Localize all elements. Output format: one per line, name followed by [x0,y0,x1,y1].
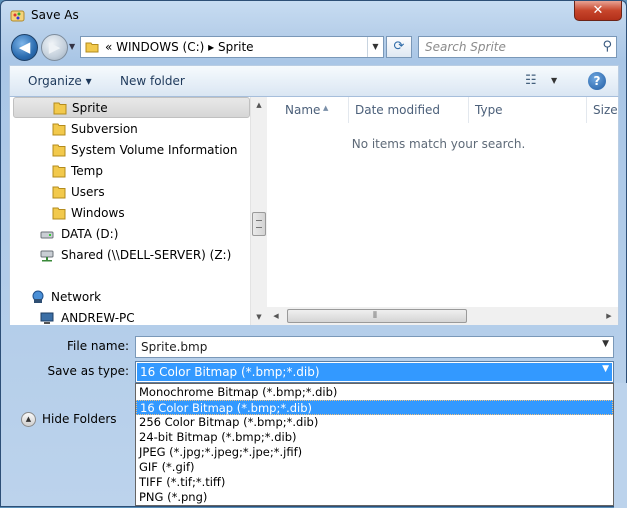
back-button[interactable]: ◀ [11,34,38,61]
column-header-date-modified[interactable]: Date modified [349,97,469,123]
file-list-scrollbar[interactable]: ◀ ⦀ ▶ [267,307,619,325]
sidebar-item-data-drive[interactable]: DATA (D:) [10,224,250,245]
column-label: Type [475,103,503,117]
type-option[interactable]: TIFF (*.tif;*.tiff) [136,475,613,490]
paint-app-icon [10,10,25,22]
folder-icon [52,165,66,178]
window-title: Save As [31,8,79,22]
chevron-down-icon[interactable]: ▼ [602,339,609,349]
file-name-value: Sprite.bmp [141,340,208,354]
chevron-up-icon: ▲ [21,412,36,427]
save-as-type-select[interactable]: 16 Color Bitmap (*.bmp;*.dib) ▼ [135,361,614,383]
sidebar-item-subversion[interactable]: Subversion [10,119,250,140]
search-input[interactable]: Search Sprite ⚲ [418,36,617,58]
navigation-scrollbar[interactable]: ▲ ▼ [250,97,267,325]
empty-message: No items match your search. [351,137,526,151]
file-name-label: File name: [67,339,129,353]
computer-icon [40,312,54,324]
folder-icon [52,207,66,220]
scroll-thumb[interactable] [252,212,266,236]
sidebar-item-windows[interactable]: Windows [10,203,250,224]
close-button[interactable]: ✕ [574,1,622,21]
sidebar-item-label: DATA (D:) [61,227,119,241]
column-label: Date modified [355,103,441,117]
address-path: « WINDOWS (C:) ▸ Sprite [105,40,254,54]
refresh-icon: ⟳ [393,39,405,54]
recent-pages-dropdown-icon[interactable]: ▼ [69,42,75,51]
type-option[interactable]: 256 Color Bitmap (*.bmp;*.dib) [136,415,613,430]
save-as-dialog: Save As ✕ ◀ ▶ ▼ « WINDOWS (C:) ▸ Sprite … [0,0,627,508]
column-label: Size [593,103,618,117]
new-folder-button[interactable]: New folder [120,74,185,88]
hide-folders-label: Hide Folders [42,412,117,426]
dialog-frame-edge [614,383,627,508]
chevron-down-icon[interactable]: ▼ [602,364,609,374]
views-dropdown-icon[interactable]: ▼ [551,76,557,85]
file-name-field[interactable]: Sprite.bmp ▼ [135,336,614,358]
folder-icon [85,42,99,53]
sidebar-item-label: Subversion [71,122,138,136]
sidebar-item-label: ANDREW-PC [61,311,135,325]
folder-icon [52,123,66,136]
folder-icon [53,102,67,115]
file-list: ▲ Name Date modified Type Size No items … [267,97,619,307]
sidebar-item-users[interactable]: Users [10,182,250,203]
scroll-right-icon[interactable]: ▶ [600,307,618,325]
help-button[interactable]: ? [588,72,606,90]
column-label: Name [285,103,321,117]
search-placeholder: Search Sprite [425,40,506,54]
title-bar[interactable]: Save As ✕ [1,1,626,31]
command-toolbar: Organize ▾ New folder ☷ ▼ ? [9,65,619,97]
refresh-button[interactable]: ⟳ [386,36,412,58]
network-icon [32,290,44,303]
sidebar-item-shared-drive[interactable]: Shared (\\DELL-SERVER) (Z:) [10,245,250,266]
forward-arrow-icon: ▶ [48,38,61,56]
address-bar[interactable]: « WINDOWS (C:) ▸ Sprite ▼ [80,36,384,58]
navigation-pane: Sprite Subversion System Volume Informat… [9,97,267,325]
address-dropdown-icon[interactable]: ▼ [367,37,383,57]
type-option[interactable]: Monochrome Bitmap (*.bmp;*.dib) [136,385,613,400]
type-option[interactable]: GIF (*.gif) [136,460,613,475]
sidebar-item-andrew-pc[interactable]: ANDREW-PC [10,308,250,329]
sidebar-item-system-volume-information[interactable]: System Volume Information [10,140,250,161]
back-arrow-icon: ◀ [18,38,31,56]
sort-ascending-icon: ▲ [323,104,329,112]
sidebar-item-label: Windows [71,206,125,220]
column-header-name[interactable]: ▲ Name [279,97,349,123]
scroll-up-icon[interactable]: ▲ [251,97,267,113]
sidebar-item-label: Temp [71,164,103,178]
network-drive-icon [40,250,54,262]
search-icon: ⚲ [602,39,612,54]
save-as-type-label: Save as type: [47,364,129,378]
save-as-type-dropdown-list[interactable]: Monochrome Bitmap (*.bmp;*.dib) 16 Color… [135,383,614,506]
scroll-thumb[interactable]: ⦀ [287,309,467,323]
forward-button[interactable]: ▶ [41,34,68,61]
save-as-type-value: 16 Color Bitmap (*.bmp;*.dib) [140,365,320,379]
sidebar-item-network[interactable]: Network [10,287,250,308]
scroll-left-icon[interactable]: ◀ [267,307,285,325]
organize-button[interactable]: Organize ▾ [28,74,92,88]
sidebar-item-sprite[interactable]: Sprite [13,97,250,118]
type-option[interactable]: PNG (*.png) [136,490,613,505]
drive-icon [40,231,54,239]
sidebar-item-label: Network [51,290,102,304]
type-option-selected[interactable]: 16 Color Bitmap (*.bmp;*.dib) [136,400,613,415]
sidebar-item-label: System Volume Information [71,143,238,157]
folder-icon [52,144,66,157]
type-option[interactable]: 24-bit Bitmap (*.bmp;*.dib) [136,430,613,445]
sidebar-item-label: Users [71,185,105,199]
sidebar-item-label: Sprite [72,101,108,115]
sidebar-item-label: Shared (\\DELL-SERVER) (Z:) [61,248,232,262]
views-icon[interactable]: ☷ [525,73,537,88]
column-header-type[interactable]: Type [469,97,587,123]
folder-icon [52,186,66,199]
scroll-down-icon[interactable]: ▼ [251,309,267,325]
column-header-size[interactable]: Size [587,97,619,123]
type-option[interactable]: JPEG (*.jpg;*.jpeg;*.jpe;*.jfif) [136,445,613,460]
sidebar-item-temp[interactable]: Temp [10,161,250,182]
